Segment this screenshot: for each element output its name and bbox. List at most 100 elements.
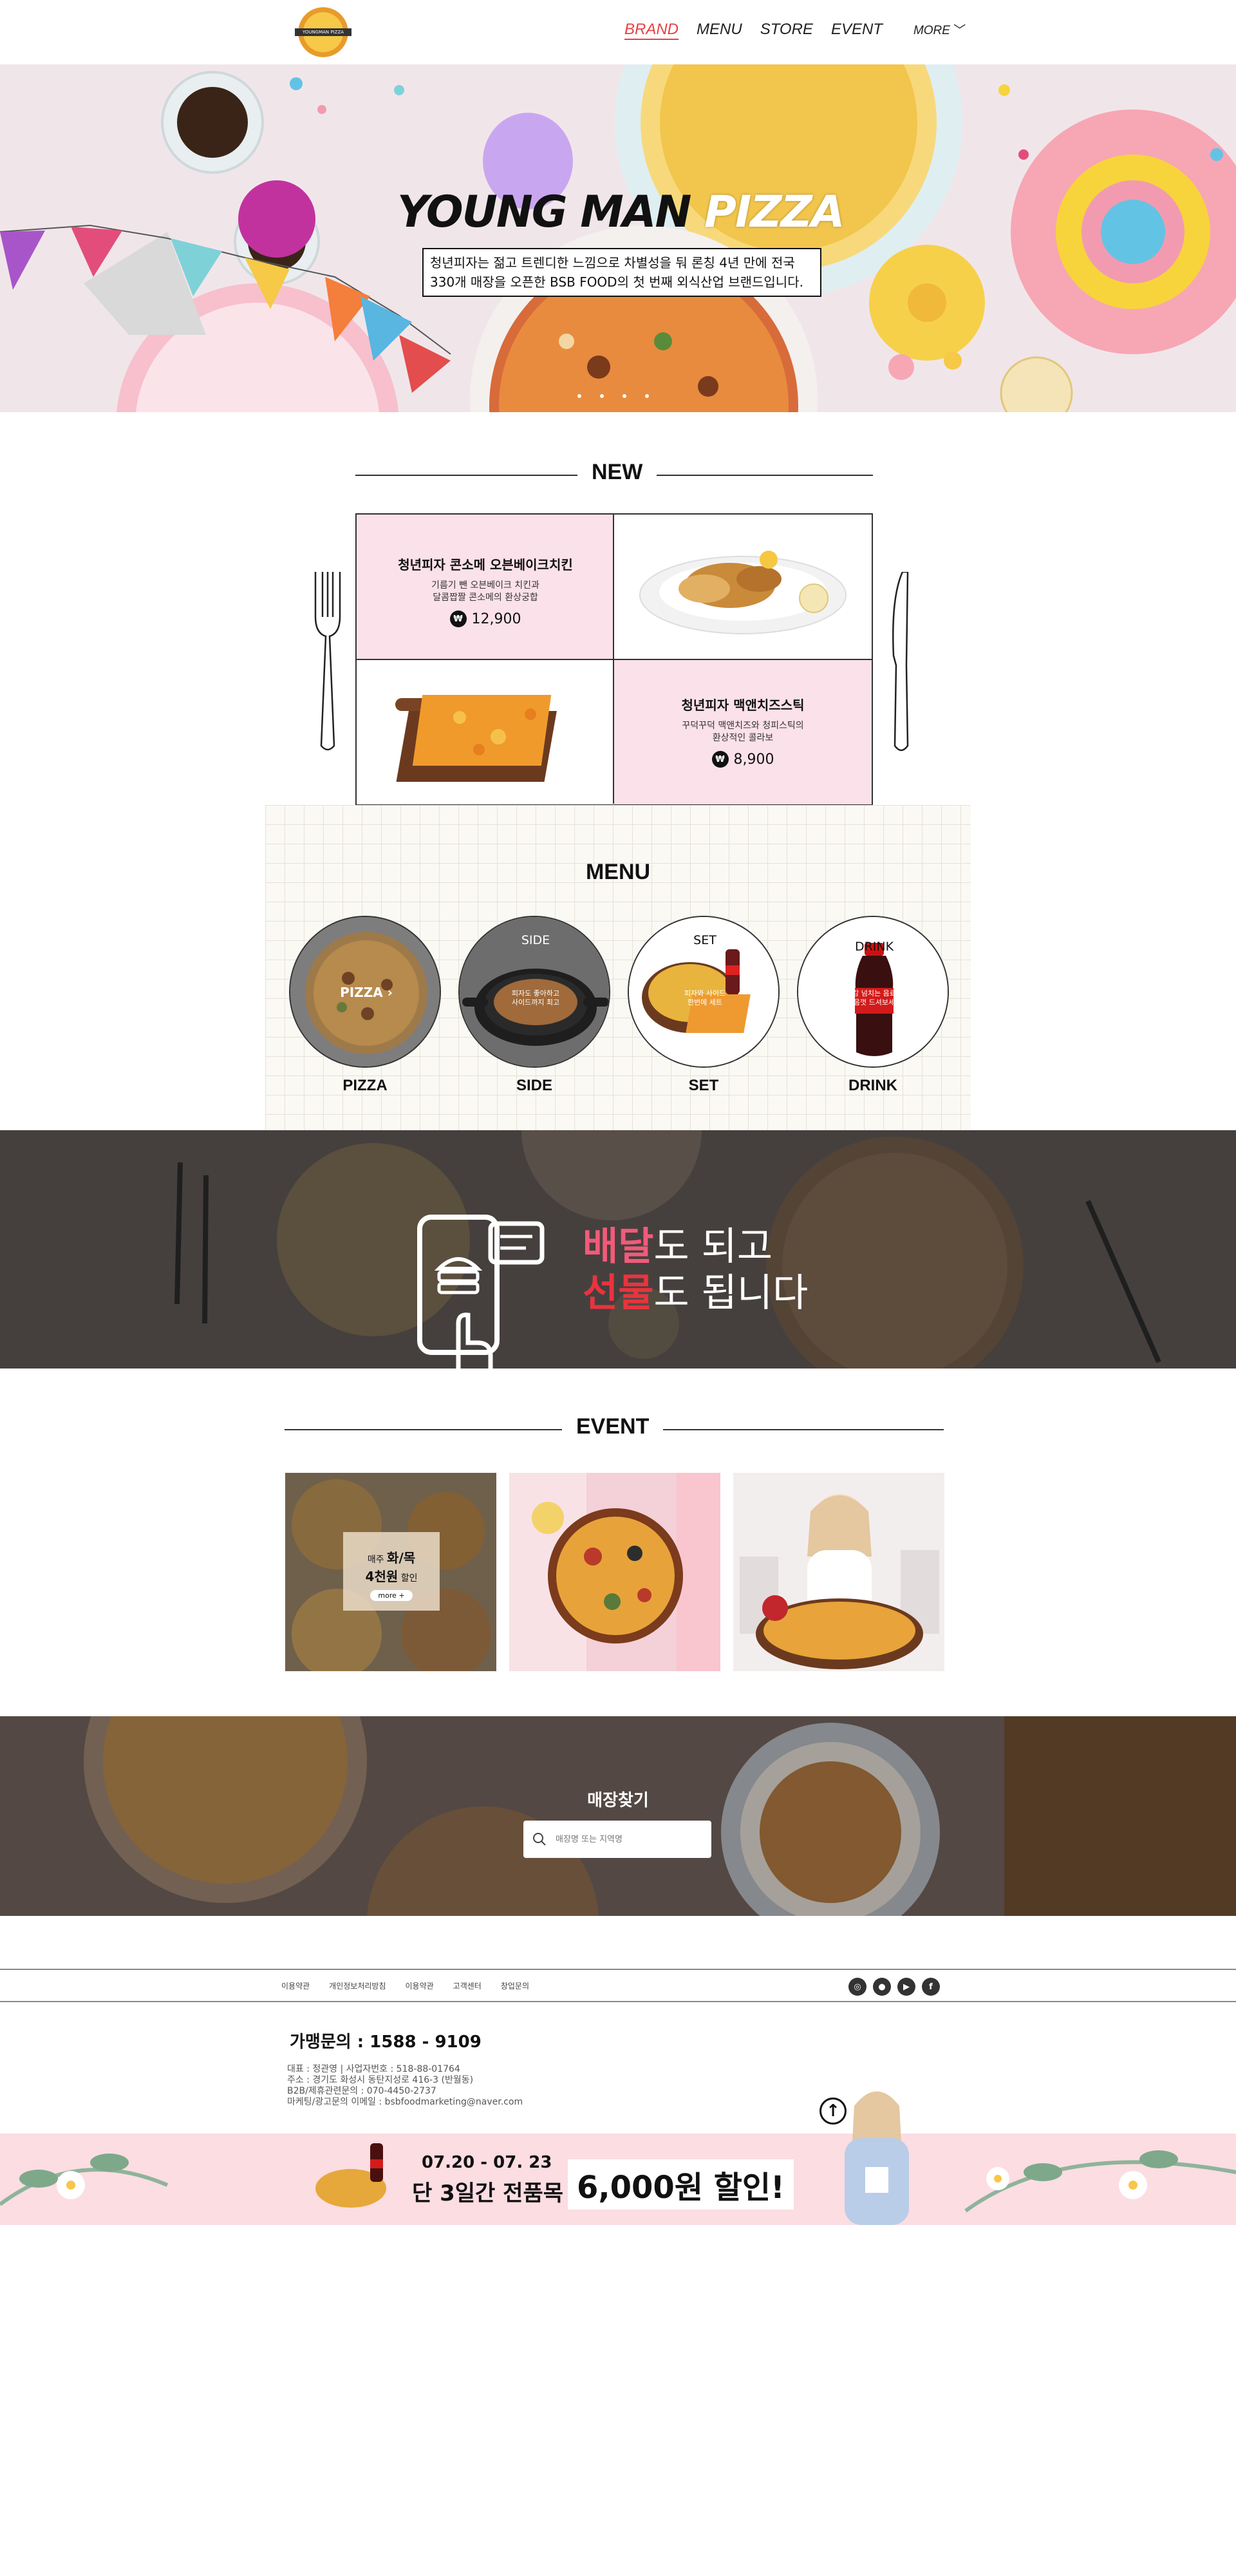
brand-logo[interactable]: YOUNGMAN PIZZA [291, 6, 355, 58]
product-desc-line-2: 환상적인 콜라보 [712, 733, 774, 743]
hero-title-accent: PIZZA [704, 187, 845, 238]
menu-note-set-line-1: 피자와 사이드 [684, 989, 726, 998]
product-image-chicken[interactable] [614, 515, 872, 659]
nav-more-label: MORE [913, 24, 950, 37]
site-header: YOUNGMAN PIZZA BRAND MENU STORE EVENT MO… [0, 0, 1236, 64]
menu-circle-drink[interactable]: DRINK 청량감 넘치는 음료까지 마음껏 드셔보세요 [797, 916, 949, 1068]
footer-link-terms[interactable]: 이용약관 [281, 1980, 310, 1991]
promo-model-image [845, 2091, 909, 2225]
event-card-model[interactable] [733, 1473, 944, 1671]
event-section-title: EVENT [562, 1414, 664, 1439]
menu-note-drink-line-2: 마음껏 드셔보세요 [847, 998, 902, 1007]
main-nav: BRAND MENU STORE EVENT MORE ﹀ [624, 21, 984, 40]
won-icon: ₩ [711, 751, 729, 768]
menu-note-side-line-2: 사이드까지 최고 [511, 998, 560, 1007]
menu-note-drink-line-1: 청량감 넘치는 음료까지 [839, 989, 910, 998]
menu-label-pizza[interactable]: PIZZA [289, 1077, 441, 1095]
hero-desc-line-2: 330개 매장을 오픈한 BSB FOOD의 첫 번째 외식산업 브랜드입니다. [430, 274, 803, 290]
menu-label-set[interactable]: SET [628, 1077, 780, 1095]
event-days: 매주 화/목 [343, 1548, 440, 1566]
menu-label-side[interactable]: SIDE [458, 1077, 610, 1095]
product-desc-line-2: 달콤짭짤 콘소메의 환상궁합 [433, 592, 538, 603]
product-card-chicken[interactable]: 청년피자 콘소메 오븐베이크치킨 기름기 뺀 오븐베이크 치킨과 달콤짭짤 콘소… [357, 515, 614, 659]
menu-label-drink[interactable]: DRINK [797, 1077, 949, 1095]
delivery-slogan-line-2: 선물도 됩니다 [583, 1270, 808, 1316]
footer-link-bar: 이용약관 개인정보처리방침 이용약관 고객센터 창업문의 ◎ ● ▶ f [0, 1969, 1236, 2002]
promo-subtitle: 단 3일간 전품목 [412, 2181, 564, 2206]
menu-overlay-side: SIDE [521, 933, 550, 947]
event-model-image [733, 1473, 944, 1671]
event-amount-value: 4천원 [365, 1569, 398, 1584]
store-search-box[interactable] [523, 1821, 711, 1858]
menu-note-side-line-1: 피자도 좋아하고 [511, 989, 560, 998]
slogan-highlight-2: 선물 [583, 1271, 654, 1316]
menu-note-set-line-2: 한번에 세트 [687, 998, 723, 1007]
menu-circle-side[interactable]: SIDE 피자도 좋아하고 사이드까지 최고 [458, 916, 610, 1068]
slogan-highlight-1: 배달 [583, 1224, 654, 1269]
store-finder-title: 매장찾기 [587, 1791, 649, 1810]
new-products-grid: 청년피자 콘소메 오븐베이크치킨 기름기 뺀 오븐베이크 치킨과 달콤짭짤 콘소… [355, 513, 873, 805]
hero-description: 청년피자는 젊고 트렌디한 느낌으로 차별성을 둬 론칭 4년 만에 전국 33… [422, 248, 821, 297]
footer-link-franchise[interactable]: 창업문의 [501, 1980, 529, 1991]
menu-overlay-drink: DRINK [854, 940, 894, 954]
instagram-icon[interactable]: ◎ [848, 1978, 866, 1996]
store-search-input[interactable] [556, 1834, 702, 1844]
event-card-weekday-discount[interactable]: 매주 화/목 4천원 할인 more + [285, 1473, 496, 1671]
nav-store[interactable]: STORE [760, 21, 813, 40]
event-pink-pizza-image [509, 1473, 720, 1671]
phone-delivery-icon [417, 1215, 545, 1368]
chevron-down-icon: ﹀ [953, 24, 966, 37]
event-more-button[interactable]: more + [370, 1590, 413, 1601]
youtube-icon[interactable]: ▶ [897, 1978, 915, 1996]
company-info-line: 대표 : 정관영 | 사업자번호 : 518-88-01764 [287, 2064, 460, 2074]
nav-event[interactable]: EVENT [831, 21, 883, 40]
nav-brand[interactable]: BRAND [624, 21, 679, 40]
store-background-image [0, 1716, 1236, 1916]
promo-banner[interactable]: 07.20 - 07. 23 단 3일간 전품목 6,000원 할인! [0, 2134, 1236, 2225]
page: YOUNGMAN PIZZA BRAND MENU STORE EVENT MO… [0, 0, 1236, 2576]
search-icon[interactable] [532, 1832, 547, 1846]
product-image-macncheese[interactable] [357, 659, 614, 804]
company-info-line: 마케팅/광고문의 이메일 : bsbfoodmarketing@naver.co… [287, 2097, 523, 2107]
menu-section-title: MENU [585, 860, 651, 884]
delivery-slogan-line-1: 배달도 되고 [583, 1224, 808, 1270]
won-icon: ₩ [449, 611, 467, 627]
event-amount-suffix: 할인 [400, 1573, 418, 1584]
menu-overlay-pizza: PIZZA › [340, 985, 393, 1000]
footer-link-support[interactable]: 고객센터 [453, 1980, 482, 1991]
delivery-banner[interactable]: 배달도 되고 선물도 됩니다 [0, 1130, 1236, 1368]
product-desc: 꾸덕꾸덕 맥앤치즈와 청피스틱의 환상적인 콜라보 [614, 720, 872, 744]
promo-date: 07.20 - 07. 23 [422, 2153, 552, 2172]
menu-section: MENU PIZZA › PIZZA SIDE 피자도 좋아하고 사이드까지 최… [265, 805, 971, 1130]
event-amount: 4천원 할인 [343, 1566, 440, 1585]
hero-title: YOUNG MAN PIZZA [397, 187, 845, 238]
menu-overlay-set: SET [693, 933, 716, 947]
product-card-macncheese[interactable]: 청년피자 맥앤치즈스틱 꾸덕꾸덕 맥앤치즈와 청피스틱의 환상적인 콜라보 ₩ … [614, 659, 872, 804]
new-section-title: NEW [577, 460, 657, 485]
store-finder-section: 매장찾기 [0, 1716, 1236, 1916]
footer-links: 이용약관 개인정보처리방침 이용약관 고객센터 창업문의 [281, 1980, 529, 1991]
company-info-line: B2B/제휴관련문의 : 070-4450-2737 [287, 2086, 436, 2096]
menu-note-drink: 청량감 넘치는 음료까지 마음껏 드셔보세요 [798, 989, 948, 1007]
grid-divider-h [357, 659, 872, 660]
menu-note-set: 피자와 사이드 한번에 세트 [629, 989, 778, 1007]
event-days-value: 화/목 [387, 1550, 416, 1566]
menu-circle-set[interactable]: SET 피자와 사이드 한번에 세트 [628, 916, 780, 1068]
footer-link-terms-2[interactable]: 이용약관 [406, 1980, 434, 1991]
event-days-prefix: 매주 [367, 1555, 384, 1565]
promo-discount: 6,000원 할인! [568, 2159, 794, 2210]
blog-icon[interactable]: ● [873, 1978, 891, 1996]
product-name: 청년피자 맥앤치즈스틱 [681, 697, 805, 713]
chicken-plate-image [639, 551, 847, 634]
nav-menu[interactable]: MENU [697, 21, 742, 40]
hero-title-main: YOUNG MAN [397, 187, 691, 238]
facebook-icon[interactable]: f [922, 1978, 940, 1996]
fork-icon [314, 572, 341, 751]
footer-link-privacy[interactable]: 개인정보처리방침 [329, 1980, 386, 1991]
nav-more[interactable]: MORE ﹀ [913, 21, 966, 40]
company-info-line: 주소 : 경기도 화성시 동탄지성로 416-3 (반월동) [287, 2075, 474, 2085]
menu-circle-pizza[interactable]: PIZZA › [289, 916, 441, 1068]
event-card-overlay: 매주 화/목 4천원 할인 more + [343, 1532, 440, 1611]
event-card-pizza-pink[interactable] [509, 1473, 720, 1671]
slogan-rest-2: 도 됩니다 [653, 1271, 809, 1316]
